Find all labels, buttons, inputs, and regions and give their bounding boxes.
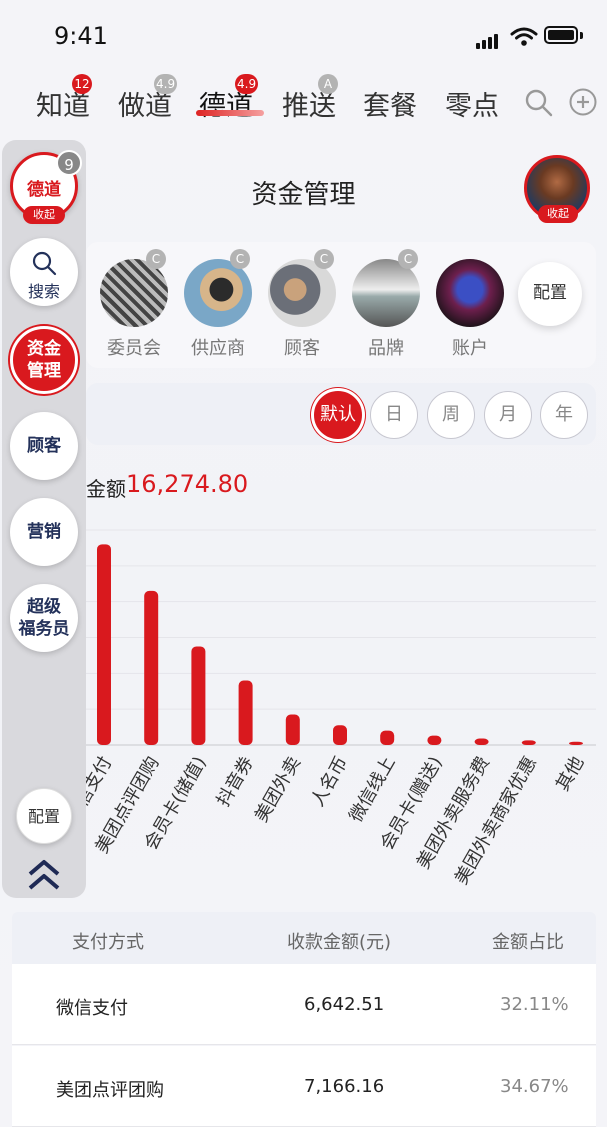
tab-label: 套餐 [363, 91, 417, 122]
category-label[interactable]: 账户 [425, 334, 515, 360]
bar-5 [285, 714, 300, 745]
sidebar-count-badge: 9 [56, 150, 82, 176]
bar-11 [569, 741, 583, 745]
x-tick-label: 美团外卖 [251, 753, 305, 826]
sidebar-config-button[interactable]: 配置 [16, 788, 72, 844]
sidebar-item-label: 顾客 [27, 436, 61, 456]
bar-chart: 01,0002,000信支付美团点评团购会员卡(储值)抖音券美团外卖人名币微信线… [24, 529, 596, 888]
category-image-1[interactable] [100, 259, 168, 327]
tab-label: 推送 [282, 91, 336, 122]
tab-label: 德道 [199, 91, 253, 122]
floating-sidebar: 德道 收起 9 搜索 资金 管理顾客营销超级 福务员 配置 [2, 140, 86, 898]
category-badge: C [230, 249, 250, 269]
total-amount-value: 16,274.80 [126, 470, 249, 498]
tab-label: 做道 [118, 91, 172, 122]
total-amount-label: 金额 [86, 477, 126, 501]
filter-1[interactable]: 默认 [314, 391, 362, 439]
category-config-button[interactable]: 配置 [518, 262, 582, 326]
battery-icon [544, 26, 578, 44]
category-label[interactable]: 供应商 [173, 334, 263, 360]
double-chevron-up-icon[interactable] [26, 858, 62, 892]
bar-10 [521, 740, 536, 745]
x-tick-label: 人名币 [307, 753, 352, 810]
tab-badge: 4.9 [235, 74, 259, 94]
category-image-2[interactable] [184, 259, 252, 327]
active-tab-underline [196, 110, 264, 116]
table-header-percent: 金额占比 [492, 932, 564, 953]
table-cell-amount: 7,166.16 [304, 1076, 385, 1097]
tab-label: 知道 [36, 91, 90, 122]
search-icon[interactable] [524, 88, 554, 118]
category-label[interactable]: 品牌 [341, 334, 431, 360]
sidebar-item-label: 营销 [27, 522, 61, 542]
avatar-collapse-label[interactable]: 收起 [538, 205, 578, 223]
sidebar-search-button[interactable]: 搜索 [10, 238, 78, 306]
tab-2[interactable]: 做道 4.9 [118, 74, 178, 123]
category-image-3[interactable] [268, 259, 336, 327]
tab-label: 零点 [445, 91, 499, 122]
bar-9 [474, 738, 489, 745]
tab-4[interactable]: 推送 A [282, 74, 338, 123]
wifi-icon [510, 27, 538, 46]
sidebar-item-2[interactable]: 顾客 [10, 412, 78, 480]
table-header-amount: 收款金额(元) [287, 932, 392, 953]
x-tick-label: 抖音券 [213, 753, 258, 810]
bar-1 [97, 544, 111, 745]
sidebar-collapse-label[interactable]: 收起 [23, 206, 65, 224]
sidebar-item-3[interactable]: 营销 [10, 498, 78, 566]
status-time: 9:41 [54, 22, 108, 50]
tab-1[interactable]: 知道 12 [36, 74, 92, 123]
table-cell-percent: 34.67% [500, 1076, 569, 1097]
table-header-method: 支付方式 [72, 932, 144, 953]
bar-6 [333, 725, 347, 745]
category-badge: C [398, 249, 418, 269]
category-label[interactable]: 委员会 [89, 334, 179, 360]
sidebar-item-4[interactable]: 超级 福务员 [10, 584, 78, 652]
page-title: 资金管理 [251, 180, 356, 210]
category-badge: C [314, 249, 334, 269]
sidebar-search-label: 搜索 [27, 282, 60, 301]
category-badge: C [146, 249, 166, 269]
bar-8 [427, 735, 442, 745]
tab-6[interactable]: 零点 [445, 84, 499, 123]
bar-4 [238, 680, 253, 745]
signal-icon [476, 30, 500, 49]
tab-3[interactable]: 德道 4.9 [199, 74, 259, 123]
filter-5[interactable]: 年 [540, 391, 588, 439]
table-cell-method: 微信支付 [56, 998, 128, 1019]
bar-7 [380, 730, 395, 745]
category-image-4[interactable] [352, 259, 420, 327]
bar-2 [144, 590, 159, 745]
sidebar-item-label: 资金 管理 [27, 339, 61, 381]
tab-badge: 12 [72, 74, 92, 94]
category-image-5[interactable] [436, 259, 504, 327]
sidebar-item-1[interactable]: 资金 管理 [10, 326, 78, 394]
x-tick-label: 其他 [552, 753, 588, 795]
sidebar-item-label: 超级 福务员 [18, 597, 70, 639]
category-label[interactable]: 顾客 [257, 334, 347, 360]
filter-3[interactable]: 周 [427, 391, 475, 439]
sidebar-home-label: 德道 [27, 180, 61, 200]
tab-badge: A [318, 74, 338, 94]
add-icon[interactable] [568, 87, 598, 117]
bar-3 [191, 646, 206, 745]
filter-2[interactable]: 日 [370, 391, 418, 439]
table-cell-percent: 32.11% [500, 994, 569, 1015]
tab-badge: 4.9 [154, 74, 178, 94]
filter-4[interactable]: 月 [484, 391, 532, 439]
x-tick-label: 微信线上 [345, 753, 399, 826]
tab-5[interactable]: 套餐 [363, 84, 417, 123]
search-icon [32, 251, 57, 276]
table-cell-amount: 6,642.51 [304, 994, 385, 1015]
